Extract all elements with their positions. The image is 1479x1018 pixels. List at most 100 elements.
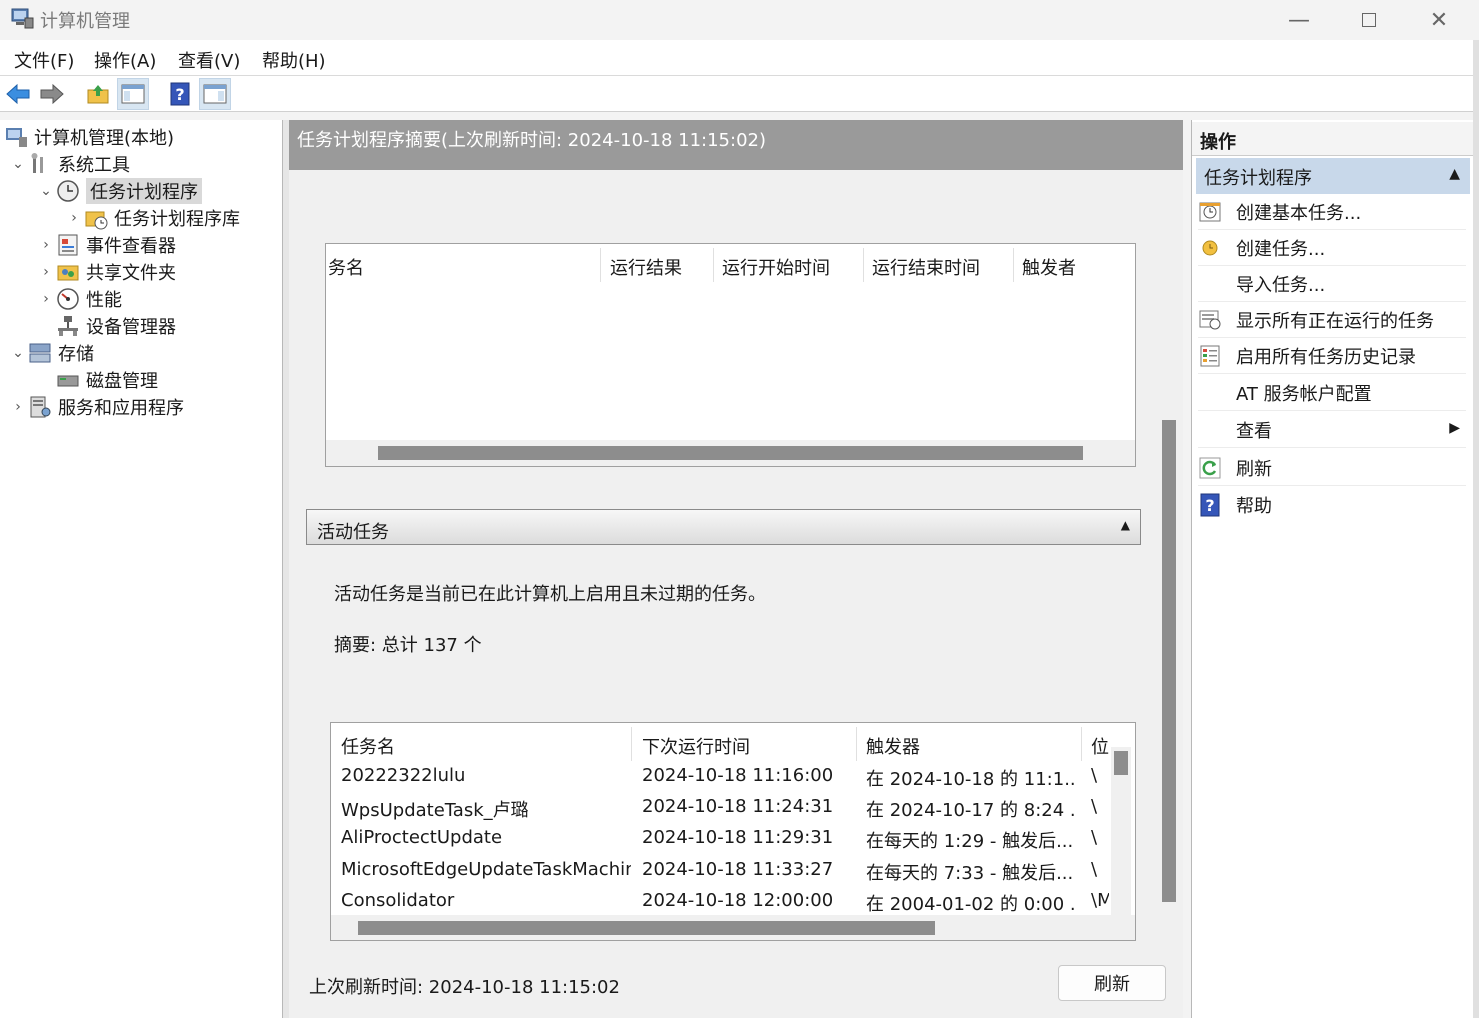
close-button[interactable]: ✕ bbox=[1404, 0, 1474, 40]
tree-item-performance[interactable]: › 性能 bbox=[36, 285, 122, 312]
scrollbar-thumb[interactable] bbox=[358, 921, 935, 935]
tree-item-shared-folders[interactable]: › 共享文件夹 bbox=[36, 258, 176, 285]
maximize-button[interactable] bbox=[1334, 0, 1404, 40]
chevron-right-icon[interactable]: › bbox=[64, 210, 84, 226]
column-divider[interactable] bbox=[1081, 727, 1082, 761]
center-vertical-scrollbar[interactable] bbox=[1161, 170, 1181, 945]
tree-item-services-apps[interactable]: › 服务和应用程序 bbox=[8, 393, 184, 420]
action-show-running-tasks[interactable]: 显示所有正在运行的任务 bbox=[1198, 302, 1466, 338]
column-header[interactable]: 下次运行时间 bbox=[642, 733, 750, 759]
back-button[interactable] bbox=[2, 78, 34, 110]
tree-item-task-scheduler[interactable]: ⌄ 任务计划程序 bbox=[36, 177, 202, 204]
action-import-task[interactable]: 导入任务... bbox=[1198, 266, 1466, 302]
action-create-basic-task[interactable]: 创建基本任务... bbox=[1198, 194, 1466, 230]
tree-label: 性能 bbox=[86, 289, 122, 311]
tree-item-storage[interactable]: ⌄ 存储 bbox=[8, 339, 94, 366]
help-toolbar-button[interactable]: ? bbox=[164, 78, 196, 110]
tree-label: 任务计划程序库 bbox=[114, 208, 240, 230]
chevron-right-icon[interactable]: › bbox=[36, 264, 56, 280]
next-run-time: 2024-10-18 12:00:00 bbox=[642, 890, 834, 911]
refresh-button[interactable]: 刷新 bbox=[1058, 965, 1166, 1001]
table-row[interactable]: WpsUpdateTask_卢璐 2024-10-18 11:24:31 在 2… bbox=[331, 792, 1111, 823]
forward-button[interactable] bbox=[36, 78, 68, 110]
active-tasks-summary: 摘要: 总计 137 个 bbox=[334, 635, 482, 656]
column-divider[interactable] bbox=[631, 727, 632, 761]
chevron-down-icon[interactable]: ⌄ bbox=[8, 345, 28, 361]
horizontal-scrollbar[interactable] bbox=[326, 440, 1135, 466]
action-refresh[interactable]: 刷新 bbox=[1198, 450, 1466, 486]
trigger: 在 2024-10-17 的 8:24 ... bbox=[866, 800, 1076, 821]
task-name: MicrosoftEdgeUpdateTaskMachin... bbox=[341, 859, 631, 880]
minimize-button[interactable]: — bbox=[1264, 0, 1334, 40]
column-header[interactable]: 位 bbox=[1091, 733, 1109, 759]
tools-icon bbox=[31, 152, 43, 173]
chevron-down-icon[interactable]: ⌄ bbox=[8, 156, 28, 172]
column-divider[interactable] bbox=[863, 248, 864, 282]
svg-text:?: ? bbox=[175, 85, 184, 104]
scrollbar-thumb[interactable] bbox=[378, 446, 1083, 460]
services-icon bbox=[30, 396, 51, 417]
column-divider[interactable] bbox=[713, 248, 714, 282]
actions-title: 操作 bbox=[1192, 122, 1474, 156]
action-label: AT 服务帐户配置 bbox=[1236, 383, 1372, 405]
chevron-down-icon[interactable]: ⌄ bbox=[36, 183, 56, 199]
location: \M bbox=[1091, 890, 1109, 911]
folder-clock-icon bbox=[85, 211, 108, 229]
menu-help[interactable]: 帮助(H) bbox=[262, 47, 326, 73]
action-help[interactable]: ? 帮助 bbox=[1198, 487, 1466, 523]
table-row[interactable]: MicrosoftEdgeUpdateTaskMachin... 2024-10… bbox=[331, 855, 1111, 886]
show-hide-action-pane-button[interactable] bbox=[199, 78, 231, 110]
column-header[interactable]: 触发器 bbox=[866, 733, 920, 759]
column-header[interactable]: 任务名 bbox=[341, 733, 395, 759]
storage-icon bbox=[29, 343, 51, 362]
collapse-arrow-icon[interactable]: ▲ bbox=[1121, 518, 1130, 532]
tree-label: 共享文件夹 bbox=[86, 262, 176, 284]
action-label: 显示所有正在运行的任务 bbox=[1236, 310, 1434, 332]
forward-arrow-icon bbox=[40, 83, 64, 105]
column-header[interactable]: 运行开始时间 bbox=[722, 254, 830, 280]
tree-label: 服务和应用程序 bbox=[58, 397, 184, 419]
action-enable-history[interactable]: 启用所有任务历史记录 bbox=[1198, 338, 1466, 374]
tree-item-event-viewer[interactable]: › 事件查看器 bbox=[36, 231, 176, 258]
up-folder-button[interactable] bbox=[82, 78, 114, 110]
column-header[interactable]: 触发者 bbox=[1022, 254, 1076, 280]
location: \ bbox=[1091, 827, 1098, 848]
group-label: 任务计划程序 bbox=[1204, 168, 1312, 189]
column-header[interactable]: 运行结果 bbox=[610, 254, 682, 280]
scrollbar-thumb[interactable] bbox=[1162, 420, 1176, 902]
column-header[interactable]: 务名 bbox=[328, 254, 364, 280]
chevron-right-icon[interactable]: › bbox=[8, 399, 28, 415]
menu-view[interactable]: 查看(V) bbox=[178, 47, 240, 73]
active-tasks-description: 活动任务是当前已在此计算机上启用且未过期的任务。 bbox=[334, 584, 766, 605]
horizontal-scrollbar[interactable] bbox=[331, 915, 1135, 940]
column-divider[interactable] bbox=[600, 248, 601, 282]
actions-group-header[interactable]: 任务计划程序 ▲ bbox=[1196, 158, 1470, 194]
action-create-task[interactable]: 创建任务... bbox=[1198, 230, 1466, 266]
show-hide-tree-button[interactable] bbox=[117, 78, 149, 110]
menu-action[interactable]: 操作(A) bbox=[94, 47, 156, 73]
trigger: 在 2024-10-18 的 11:1... bbox=[866, 769, 1076, 790]
tree-item-device-manager[interactable]: 设备管理器 bbox=[56, 312, 176, 339]
next-run-time: 2024-10-18 11:16:00 bbox=[642, 765, 834, 786]
help-icon: ? bbox=[1198, 493, 1222, 517]
collapse-arrow-icon[interactable]: ▲ bbox=[1449, 166, 1460, 182]
column-divider[interactable] bbox=[856, 727, 857, 761]
action-view[interactable]: 查看 ▶ bbox=[1198, 412, 1466, 448]
chevron-right-icon[interactable]: › bbox=[36, 237, 56, 253]
tree-item-task-scheduler-library[interactable]: › 任务计划程序库 bbox=[64, 204, 240, 231]
tree-item-system-tools[interactable]: ⌄ 系统工具 bbox=[8, 150, 130, 177]
table-row[interactable]: AliProctectUpdate 2024-10-18 11:29:31 在每… bbox=[331, 823, 1111, 854]
shared-folder-icon bbox=[57, 265, 79, 280]
column-divider[interactable] bbox=[1013, 248, 1014, 282]
tree-item-root[interactable]: 计算机管理(本地) bbox=[4, 123, 174, 150]
table-row[interactable]: Consolidator 2024-10-18 12:00:00 在 2004-… bbox=[331, 886, 1111, 917]
action-at-service-account[interactable]: AT 服务帐户配置 bbox=[1198, 375, 1466, 411]
menu-file[interactable]: 文件(F) bbox=[14, 47, 74, 73]
vertical-scrollbar[interactable] bbox=[1111, 747, 1131, 915]
table-row[interactable]: 20222322lulu 2024-10-18 11:16:00 在 2024-… bbox=[331, 761, 1111, 792]
column-header[interactable]: 运行结束时间 bbox=[872, 254, 980, 280]
tree-item-disk-management[interactable]: 磁盘管理 bbox=[56, 366, 158, 393]
scrollbar-thumb[interactable] bbox=[1114, 751, 1128, 775]
active-tasks-header[interactable]: 活动任务 ▲ bbox=[306, 509, 1141, 545]
chevron-right-icon[interactable]: › bbox=[36, 291, 56, 307]
